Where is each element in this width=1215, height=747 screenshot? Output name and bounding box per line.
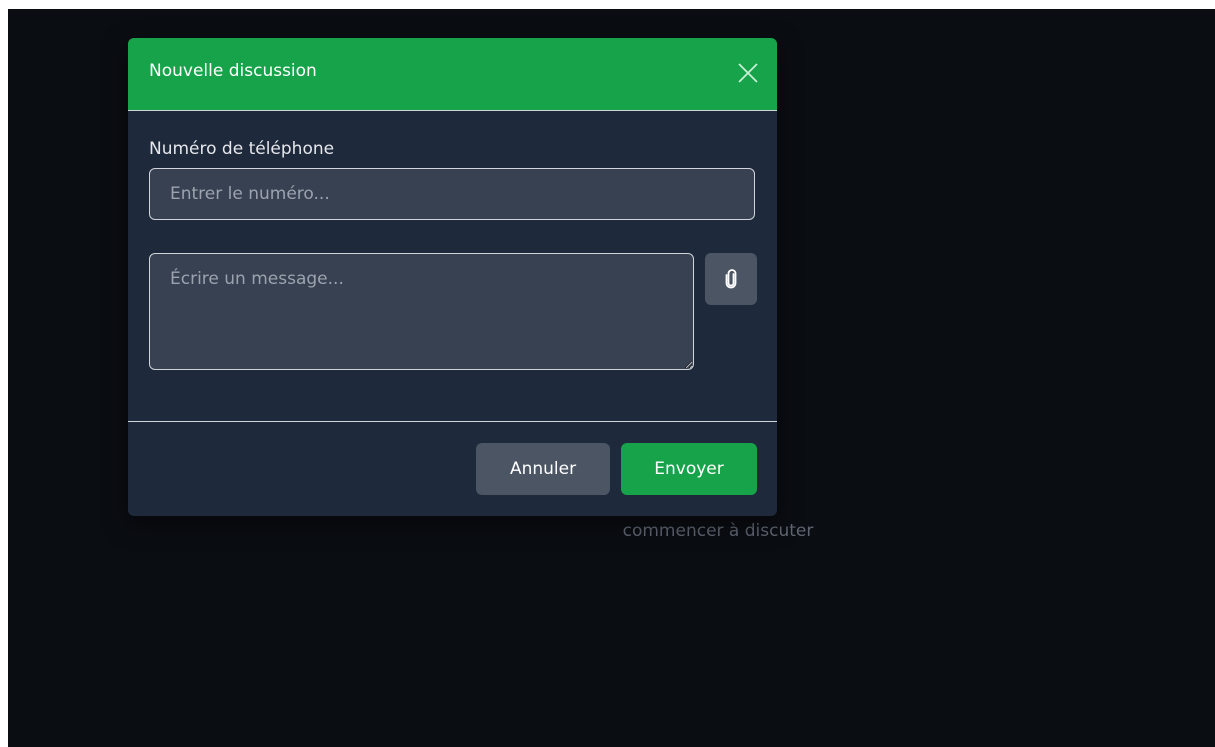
new-discussion-modal: Nouvelle discussion Numéro de téléphone …: [128, 38, 777, 516]
attach-file-button[interactable]: [705, 253, 757, 305]
close-icon: [738, 63, 758, 83]
send-button[interactable]: Envoyer: [621, 443, 757, 495]
message-input[interactable]: [149, 253, 694, 370]
phone-label: Numéro de téléphone: [149, 139, 335, 159]
modal-header: Nouvelle discussion: [128, 38, 777, 111]
modal-title: Nouvelle discussion: [149, 61, 317, 81]
cancel-button[interactable]: Annuler: [476, 443, 610, 495]
modal-footer: Annuler Envoyer: [128, 421, 777, 516]
phone-number-input[interactable]: [149, 168, 755, 220]
chat-app: on pour commencer à discuter Nouvelle di…: [8, 9, 1215, 747]
paperclip-icon: [725, 269, 737, 289]
empty-state-line-3: commencer à discuter: [622, 521, 814, 541]
close-button[interactable]: [731, 56, 765, 90]
